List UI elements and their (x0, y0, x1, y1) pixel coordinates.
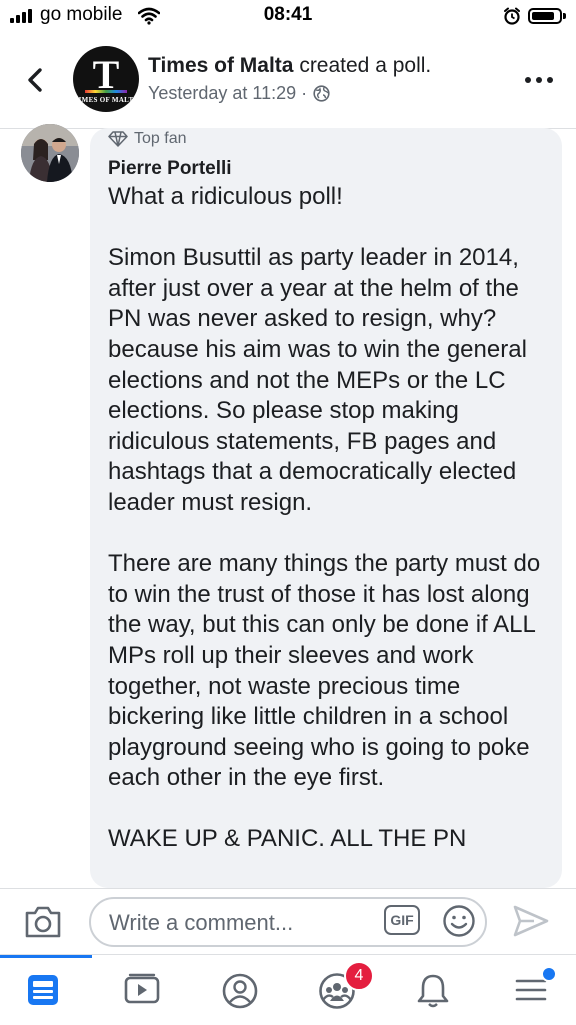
alarm-icon (504, 7, 520, 25)
comment-text: What a ridiculous poll! Simon Busuttil a… (108, 183, 541, 853)
post-action: created a poll. (293, 54, 432, 77)
diamond-icon (108, 131, 128, 147)
battery-icon (528, 8, 566, 24)
watch-video-icon (124, 973, 160, 1004)
top-fan-label: Top fan (134, 130, 187, 147)
gif-button[interactable]: GIF (384, 905, 420, 935)
post-header: T TIMES OF MALTA Times of Malta created … (0, 34, 576, 129)
comment-input-placeholder: Write a comment... (109, 910, 294, 935)
bottom-tab-bar (0, 954, 576, 1025)
send-icon[interactable] (512, 904, 550, 938)
avatar-logo-stripe (85, 90, 127, 93)
globe-icon (313, 85, 330, 102)
status-time: 08:41 (263, 4, 313, 25)
commenter-avatar[interactable] (21, 124, 79, 182)
bell-icon (417, 974, 449, 1008)
profile-icon (222, 973, 258, 1009)
commenter-photo (21, 124, 79, 182)
post-meta: Yesterday at 11:29 · (148, 83, 330, 104)
comment-input[interactable]: Write a comment... (89, 897, 487, 947)
page-name-link[interactable]: Times of Malta (148, 54, 293, 77)
tab-watch[interactable] (110, 955, 170, 1025)
comment-composer: Write a comment... (0, 888, 576, 955)
avatar-logo-caption: TIMES OF MALTA (73, 96, 139, 104)
top-fan-badge: Top fan (108, 130, 186, 148)
tab-profile[interactable] (208, 955, 268, 1025)
menu-notification-dot (541, 966, 557, 982)
status-bar: go mobile 08:41 (0, 0, 576, 34)
post-timestamp[interactable]: Yesterday at 11:29 · (148, 83, 307, 104)
tab-news-feed[interactable] (12, 955, 72, 1025)
tab-notifications[interactable] (402, 955, 462, 1025)
emoji-icon[interactable] (442, 904, 476, 938)
camera-icon[interactable] (24, 905, 62, 939)
more-options-icon[interactable] (525, 74, 553, 86)
news-feed-icon (28, 975, 58, 1005)
groups-notification-badge: 4 (344, 961, 374, 991)
post-title: Times of Malta created a poll. (148, 54, 431, 78)
back-arrow-icon[interactable] (20, 62, 50, 98)
commenter-name[interactable]: Pierre Portelli (108, 158, 232, 180)
page-avatar[interactable]: T TIMES OF MALTA (73, 46, 139, 112)
